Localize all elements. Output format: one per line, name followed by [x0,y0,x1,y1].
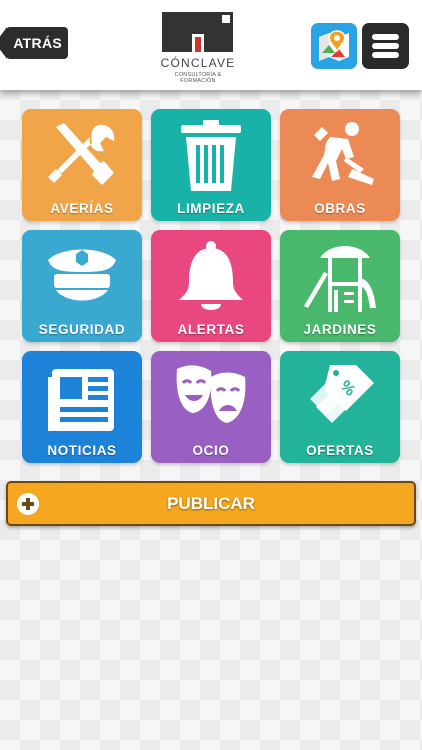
category-label: OCIO [192,443,230,458]
category-tile-alertas[interactable]: ALERTAS [151,230,271,342]
category-label: AVERÍAS [50,201,114,216]
trash-bin-icon [181,120,241,191]
category-tile-obras[interactable]: OBRAS [280,109,400,221]
police-cap-icon [48,249,116,301]
theater-masks-icon [176,365,246,423]
category-tile-seguridad[interactable]: SEGURIDAD [22,230,142,342]
tools-icon [48,123,115,185]
logo-tagline: CONSULTORÍA & FORMACIÓN [174,72,222,84]
construction-worker-icon [312,122,374,185]
category-label: OBRAS [314,201,366,216]
playground-icon [304,246,376,312]
logo-mark [162,12,233,52]
category-label: SEGURIDAD [38,322,126,337]
app-header: ATRÁS CÓNCLAVE CONSULTORÍA & FORMACIÓN [0,0,422,90]
conclave-logo: CÓNCLAVE CONSULTORÍA & FORMACIÓN [158,10,238,84]
menu-button[interactable] [362,23,409,69]
publish-button-label: PUBLICAR [167,494,255,513]
newspaper-icon [48,369,114,431]
back-button[interactable]: ATRÁS [0,27,68,59]
map-pin-icon [319,30,349,61]
publish-button[interactable]: PUBLICAR [6,481,416,526]
category-tile-noticias[interactable]: NOTICIAS [22,351,142,463]
category-tile-averias[interactable]: AVERÍAS [22,109,142,221]
bell-icon [179,241,243,310]
category-label: OFERTAS [306,443,374,458]
category-label: LIMPIEZA [177,201,245,216]
category-tile-ofertas[interactable]: % OFERTAS [280,351,400,463]
category-label: NOTICIAS [47,443,117,458]
price-tags-icon: % [310,365,374,423]
back-button-label: ATRÁS [13,35,62,51]
logo-name: CÓNCLAVE [160,56,236,70]
category-label: ALERTAS [177,322,245,337]
category-tile-ocio[interactable]: OCIO [151,351,271,463]
category-label: JARDINES [303,322,377,337]
category-tile-limpieza[interactable]: LIMPIEZA [151,109,271,221]
category-grid: AVERÍAS LIMPIEZA OBRAS SEGURIDAD ALERTAS… [0,0,422,750]
category-tile-jardines[interactable]: JARDINES [280,230,400,342]
map-button[interactable] [311,23,357,69]
